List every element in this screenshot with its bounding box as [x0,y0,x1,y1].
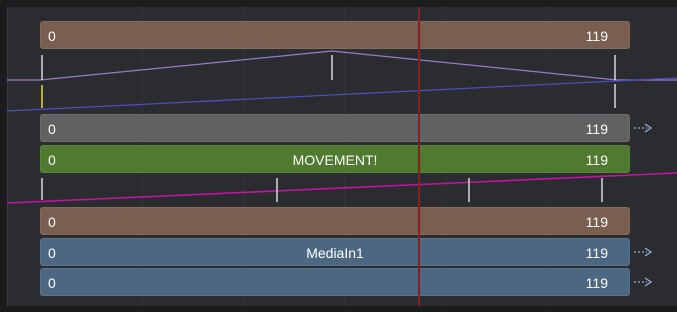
curve-blue [6,77,677,112]
track-start-frame: 0 [48,121,56,137]
playhead[interactable] [418,7,420,306]
curve-magenta [6,172,677,204]
dotted-right-arrow-icon[interactable] [633,122,655,134]
track-start-frame: 0 [48,214,56,230]
curve-lavender [7,50,677,81]
track-name: MOVEMENT! [292,152,378,168]
dotted-right-arrow-icon[interactable] [633,276,655,288]
track-bar[interactable]: 0 119 [40,207,630,235]
track-end-frame: 119 [585,28,608,44]
track-start-frame: 0 [48,28,56,44]
track-bar[interactable]: 0 119 [40,21,630,49]
track-bar[interactable]: 0 MediaIn1 119 [40,238,630,266]
track-end-frame: 119 [585,275,608,291]
track-start-frame: 0 [48,275,56,291]
track-bar[interactable]: 0 119 [40,114,630,142]
track-bar[interactable]: 0 119 [40,268,630,296]
track-end-frame: 119 [585,121,608,137]
timeline-viewport: 0 119 0 119 0 MOVEMENT! 119 0 119 0 Medi… [0,0,677,312]
track-name: MediaIn1 [306,245,364,261]
track-end-frame: 119 [585,214,608,230]
track-end-frame: 119 [585,152,608,168]
track-end-frame: 119 [585,245,608,261]
track-bar[interactable]: 0 MOVEMENT! 119 [40,145,630,173]
dotted-right-arrow-icon[interactable] [633,246,655,258]
